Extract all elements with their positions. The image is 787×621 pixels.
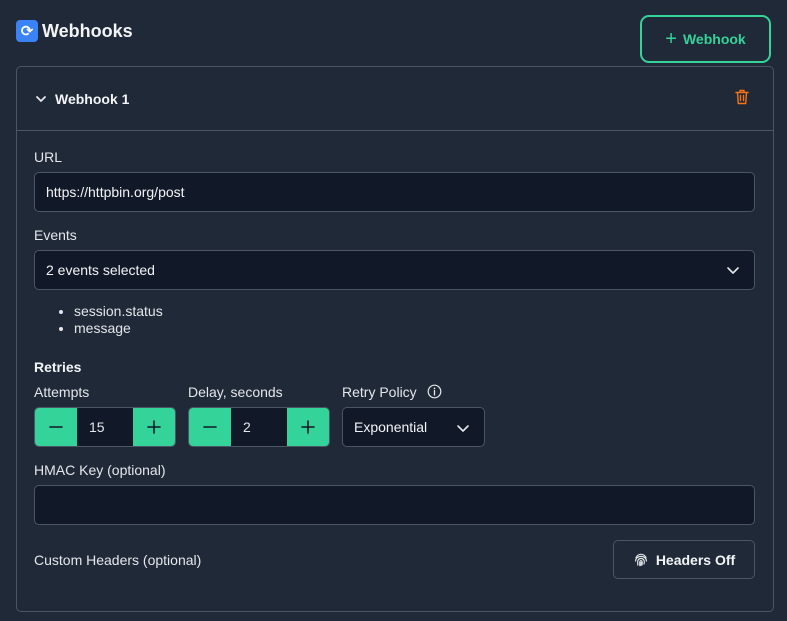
- delay-increment-button[interactable]: [287, 408, 329, 446]
- add-webhook-button[interactable]: + Webhook: [640, 15, 771, 63]
- attempts-decrement-button[interactable]: [35, 408, 77, 446]
- delay-input[interactable]: 2: [231, 408, 287, 446]
- custom-headers-label: Custom Headers (optional): [34, 552, 202, 568]
- fingerprint-icon: [633, 552, 649, 568]
- retry-policy-select[interactable]: Exponential: [342, 407, 485, 447]
- attempts-stepper: 15: [34, 407, 176, 447]
- attempts-increment-button[interactable]: [133, 408, 175, 446]
- minus-icon: [49, 426, 63, 428]
- list-item: message: [74, 320, 163, 337]
- list-item: session.status: [74, 303, 163, 320]
- page-header: ⟳ Webhooks: [16, 20, 133, 42]
- attempts-input[interactable]: 15: [77, 408, 133, 446]
- webhook-card-header[interactable]: Webhook 1: [17, 67, 773, 131]
- attempts-label: Attempts: [34, 384, 90, 400]
- retry-policy-value: Exponential: [354, 419, 428, 435]
- headers-toggle-button[interactable]: Headers Off: [613, 540, 755, 579]
- retry-policy-label-row: Retry Policy: [342, 384, 442, 400]
- delay-label: Delay, seconds: [188, 384, 283, 400]
- chevron-down-icon[interactable]: [35, 93, 47, 105]
- url-label: URL: [34, 149, 63, 165]
- delay-stepper: 2: [188, 407, 330, 447]
- retries-title: Retries: [34, 359, 82, 375]
- url-value: https://httpbin.org/post: [46, 184, 185, 200]
- hmac-key-input[interactable]: [34, 485, 755, 525]
- page-title: Webhooks: [42, 20, 133, 41]
- events-label: Events: [34, 227, 77, 243]
- plus-icon: +: [665, 28, 677, 50]
- delay-decrement-button[interactable]: [189, 408, 231, 446]
- plus-icon: [301, 420, 315, 434]
- webhook-name: Webhook 1: [55, 90, 130, 107]
- add-webhook-label: Webhook: [682, 31, 746, 47]
- url-input[interactable]: https://httpbin.org/post: [34, 172, 755, 212]
- info-icon[interactable]: [427, 384, 442, 399]
- chevron-down-icon: [456, 421, 470, 435]
- headers-toggle-label: Headers Off: [655, 551, 736, 568]
- events-value: 2 events selected: [46, 262, 155, 278]
- trash-icon[interactable]: [735, 89, 749, 105]
- retry-policy-label: Retry Policy: [342, 384, 417, 400]
- minus-icon: [203, 426, 217, 428]
- selected-events-list: session.status message: [74, 303, 163, 337]
- refresh-arrows-icon: ⟳: [16, 20, 38, 42]
- chevron-down-icon: [726, 263, 740, 277]
- events-select[interactable]: 2 events selected: [34, 250, 755, 290]
- plus-icon: [147, 420, 161, 434]
- webhook-card: Webhook 1 URL https://httpbin.org/post E…: [16, 66, 774, 612]
- hmac-label: HMAC Key (optional): [34, 462, 166, 478]
